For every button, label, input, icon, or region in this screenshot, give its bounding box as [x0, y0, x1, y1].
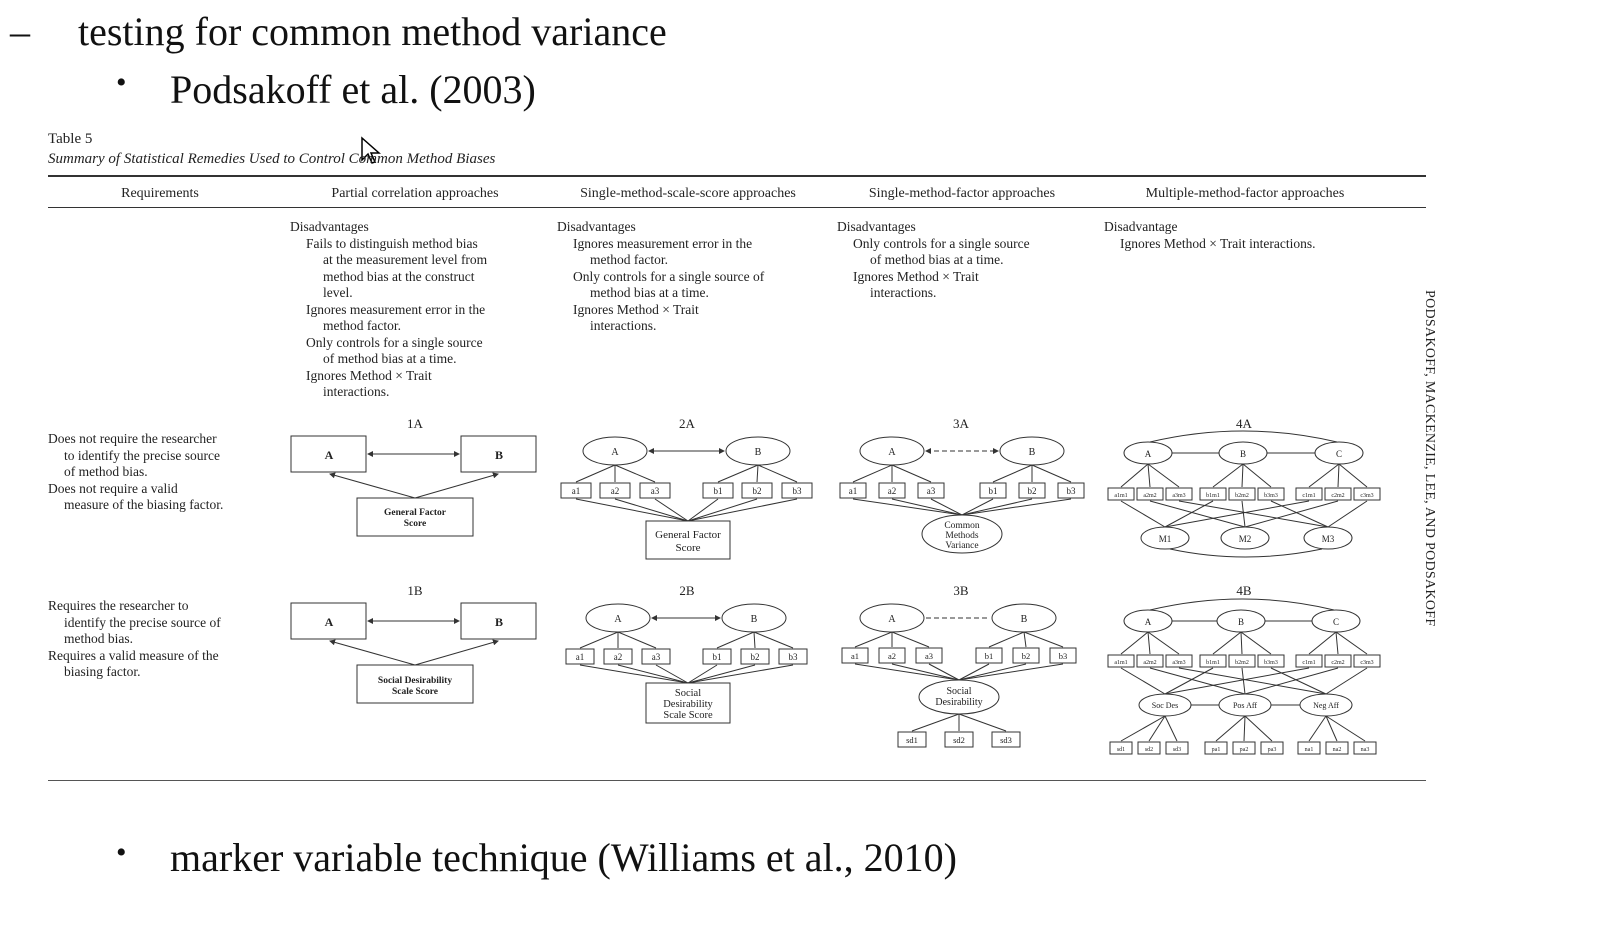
mi-2-4b: sd2: [1145, 747, 1153, 753]
ind-a3-3b: a3: [925, 651, 933, 661]
mtmm-7-4b: c1m1: [1302, 660, 1315, 666]
mtmm-3-4b: a3m3: [1172, 660, 1185, 666]
pos-aff-4b: Pos Aff: [1233, 701, 1257, 710]
node-b-3a: B: [1029, 447, 1036, 458]
node-a-4b: A: [1145, 617, 1152, 627]
general-factor-2a-l1: General Factor: [655, 529, 721, 541]
sd2-3b: sd2: [953, 735, 965, 745]
mtmm-9-4b: c3m3: [1360, 660, 1373, 666]
ind-a1-2a: a1: [572, 486, 581, 496]
general-factor-1a-l1: General Factor: [384, 508, 447, 518]
sd1-3b: sd1: [906, 735, 918, 745]
mtmm-1-4b: a1m1: [1114, 660, 1127, 666]
neg-aff-4b: Neg Aff: [1313, 701, 1339, 710]
node-b-2a: B: [755, 447, 762, 458]
sd-scale-2b-l2: Desirability: [663, 699, 713, 710]
node-a-4a: A: [1145, 449, 1152, 459]
ind-b2-3b: b2: [1022, 651, 1031, 661]
m2-4a: M2: [1239, 534, 1252, 544]
mi-6-4b: pa3: [1268, 747, 1277, 753]
mtmm-4-4a: b1m1: [1206, 493, 1220, 499]
node-a-3a: A: [888, 447, 896, 458]
mi-8-4b: na2: [1333, 747, 1342, 753]
ind-a3-2a: a3: [651, 486, 660, 496]
ind-a2-2b: a2: [614, 652, 623, 662]
ind-b1-2a: b1: [714, 486, 723, 496]
mtmm-6-4b: b3m3: [1264, 660, 1278, 666]
mtmm-8-4a: c2m2: [1331, 493, 1344, 499]
ind-b2-2a: b2: [753, 486, 762, 496]
ind-b1-2b: b1: [713, 652, 722, 662]
node-b-3b: B: [1021, 614, 1028, 625]
sd-scale-1b-l1: Social Desirability: [378, 676, 452, 686]
node-a-2a: A: [611, 447, 619, 458]
ind-b3-3b: b3: [1059, 651, 1068, 661]
node-c-4a: C: [1336, 449, 1342, 459]
node-b-4b: B: [1238, 617, 1244, 627]
ind-b1-3a: b1: [989, 486, 998, 496]
ind-a2-2a: a2: [611, 486, 620, 496]
node-b-2b: B: [751, 614, 758, 625]
cmv-3a-l3: Variance: [945, 541, 978, 551]
mtmm-5-4a: b2m2: [1235, 493, 1249, 499]
sd3-3b: sd3: [1000, 735, 1012, 745]
diagrams-layer: A B General Factor Score A B Social Desi…: [290, 430, 1381, 755]
ind-b2-3a: b2: [1028, 486, 1037, 496]
ind-a2-3b: a2: [888, 651, 896, 661]
sd-factor-3b-l2: Desirability: [935, 697, 982, 708]
node-c-4b: C: [1333, 617, 1339, 627]
mtmm-4-4b: b1m1: [1206, 660, 1220, 666]
mi-7-4b: na1: [1305, 747, 1314, 753]
mi-5-4b: pa2: [1240, 747, 1249, 753]
sd-scale-2b-l1: Social: [675, 688, 701, 699]
mtmm-6-4a: b3m3: [1264, 493, 1278, 499]
ind-a2-3a: a2: [888, 486, 897, 496]
mi-4-4b: pa1: [1212, 747, 1221, 753]
sd-scale-2b-l3: Scale Score: [663, 710, 713, 721]
general-factor-2a-l2: Score: [675, 542, 700, 554]
m1-4a: M1: [1159, 534, 1172, 544]
ind-b1-3b: b1: [985, 651, 994, 661]
node-a-3b: A: [888, 614, 896, 625]
general-factor-1a-l2: Score: [404, 519, 427, 529]
m3-4a: M3: [1322, 534, 1335, 544]
node-a-2b: A: [614, 614, 622, 625]
node-a-1b: A: [325, 615, 334, 629]
mtmm-7-4a: c1m1: [1302, 493, 1315, 499]
mtmm-2-4a: a2m2: [1143, 493, 1156, 499]
node-b-1b: B: [495, 615, 503, 629]
mtmm-3-4a: a3m3: [1172, 493, 1185, 499]
mtmm-8-4b: c2m2: [1331, 660, 1344, 666]
diagram-3b: [841, 603, 1077, 748]
mtmm-2-4b: a2m2: [1143, 660, 1156, 666]
ind-b3-3a: b3: [1067, 486, 1077, 496]
node-b-4a: B: [1240, 449, 1246, 459]
mi-3-4b: sd3: [1173, 747, 1181, 753]
mi-9-4b: na3: [1361, 747, 1370, 753]
ind-a1-3a: a1: [849, 486, 858, 496]
ind-b3-2b: b3: [789, 652, 799, 662]
mtmm-9-4a: c3m3: [1360, 493, 1373, 499]
ind-a3-3a: a3: [927, 486, 936, 496]
mi-1-4b: sd1: [1117, 747, 1125, 753]
ind-a1-3b: a1: [851, 651, 859, 661]
ind-a1-2b: a1: [576, 652, 585, 662]
cmv-3a-l2: Methods: [945, 531, 979, 541]
sd-scale-1b-l2: Scale Score: [392, 687, 438, 697]
slide-line-3: marker variable technique (Williams et a…: [170, 835, 957, 880]
ind-b2-2b: b2: [751, 652, 760, 662]
node-a-1a: A: [325, 448, 334, 462]
node-b-1a: B: [495, 448, 503, 462]
bullet-2: •: [116, 836, 127, 869]
mtmm-5-4b: b2m2: [1235, 660, 1249, 666]
cmv-3a-l1: Common: [944, 521, 980, 531]
soc-des-4b: Soc Des: [1152, 701, 1178, 710]
side-running-head: PODSAKOFF, MACKENZIE, LEE, AND PODSAKOFF: [1422, 290, 1437, 627]
sd-factor-3b-l1: Social: [947, 686, 972, 697]
ind-a3-2b: a3: [652, 652, 661, 662]
mtmm-1-4a: a1m1: [1114, 493, 1127, 499]
ind-b3-2a: b3: [793, 486, 803, 496]
